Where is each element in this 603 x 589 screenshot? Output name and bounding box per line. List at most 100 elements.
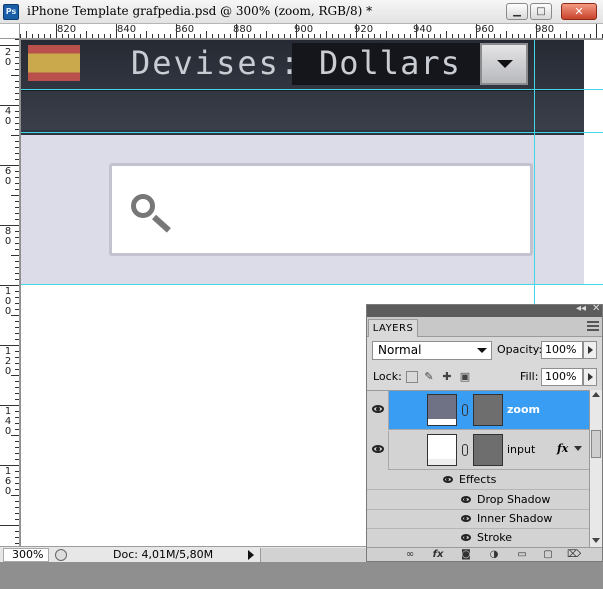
chain-link-icon[interactable] — [462, 404, 468, 416]
fill-input[interactable]: 100% — [541, 368, 583, 386]
ruler-label: 120 — [4, 346, 12, 377]
maximize-button[interactable]: □ — [530, 3, 552, 20]
guide-line-horizontal[interactable] — [21, 89, 603, 90]
adjustment-icon[interactable]: ◑ — [487, 549, 501, 561]
ruler-tick — [80, 34, 81, 38]
search-input[interactable] — [109, 163, 533, 256]
ruler-tick — [122, 34, 123, 38]
ruler-tick — [170, 34, 171, 38]
ruler-tick — [15, 129, 19, 130]
ruler-tick — [104, 34, 105, 38]
status-info-icon[interactable] — [55, 549, 67, 561]
ruler-tick — [11, 495, 19, 496]
blend-mode-select[interactable]: Normal — [372, 341, 492, 360]
chevron-down-icon — [477, 348, 487, 353]
ruler-tick — [15, 309, 19, 310]
scroll-thumb[interactable] — [591, 430, 601, 458]
effect-row-inner-shadow[interactable]: Inner Shadow — [367, 510, 589, 529]
layer-visibility-toggle[interactable] — [367, 431, 389, 470]
horizontal-ruler[interactable]: 820 840 860 880 900 920 940 960 980 — [0, 24, 603, 39]
ruler-tick — [15, 141, 19, 142]
ruler-tick — [15, 261, 19, 262]
effect-row-stroke[interactable]: Stroke — [367, 529, 589, 547]
ruler-label: 80 — [4, 226, 12, 247]
layer-mask-thumbnail[interactable] — [473, 394, 503, 426]
lock-transparency-icon[interactable] — [406, 371, 418, 383]
effects-group-row[interactable]: Effects — [367, 471, 589, 490]
ruler-tick — [368, 34, 369, 38]
lock-brush-icon[interactable]: ✎ — [423, 371, 435, 383]
ruler-tick — [422, 34, 423, 38]
expand-effects-arrow-icon[interactable] — [574, 446, 582, 451]
layer-name[interactable]: zoom — [507, 403, 540, 416]
status-menu-arrow-icon[interactable] — [248, 550, 254, 560]
fill-slider-button[interactable] — [583, 368, 597, 386]
eye-icon[interactable] — [461, 534, 471, 541]
layer-name[interactable]: input — [507, 443, 535, 456]
ruler-tick — [15, 123, 19, 124]
ruler-tick — [15, 81, 19, 82]
ruler-tick — [15, 321, 19, 322]
ruler-tick — [15, 147, 19, 148]
minimize-button[interactable]: ▁ — [506, 3, 528, 20]
ruler-tick — [15, 99, 19, 100]
ruler-tick — [15, 57, 19, 58]
eye-icon[interactable] — [461, 496, 471, 503]
layers-panel: ◂◂ ✕ LAYERS Normal Opacity: 100% Lock: ✎… — [366, 303, 603, 562]
new-layer-icon[interactable]: ▢ — [541, 549, 555, 561]
ruler-tick — [596, 24, 597, 38]
layer-effects-icon[interactable]: fx — [557, 442, 568, 455]
lock-position-icon[interactable]: ✚ — [441, 371, 453, 383]
guide-line-horizontal[interactable] — [21, 132, 603, 133]
tab-layers[interactable]: LAYERS — [368, 319, 418, 337]
mask-icon[interactable]: ◙ — [459, 549, 473, 561]
collapse-panel-icon[interactable]: ◂◂ — [576, 303, 586, 314]
ruler-tick — [380, 34, 381, 38]
currency-dropdown-button[interactable] — [480, 43, 528, 85]
lock-all-icon[interactable]: ▣ — [459, 371, 471, 383]
close-button[interactable]: ✕ — [561, 3, 597, 20]
chain-link-icon[interactable] — [462, 444, 468, 456]
ruler-tick — [92, 34, 93, 38]
scroll-up-icon[interactable] — [592, 392, 600, 397]
layer-visibility-toggle[interactable] — [367, 391, 389, 430]
currency-value: Dollars — [319, 44, 461, 82]
ruler-tick — [15, 183, 19, 184]
opacity-slider-button[interactable] — [583, 341, 597, 359]
vertical-ruler[interactable]: 20 40 60 80 100 120 140 160 — [0, 39, 20, 546]
scroll-down-icon[interactable] — [592, 538, 600, 543]
panel-title-strip[interactable]: ◂◂ ✕ — [367, 303, 602, 317]
effect-label: Inner Shadow — [477, 512, 553, 525]
link-icon[interactable]: ∞ — [403, 549, 417, 561]
layer-row-zoom[interactable]: zoom — [367, 391, 589, 430]
ruler-tick — [98, 34, 99, 38]
ruler-tick — [230, 34, 231, 38]
folder-icon[interactable]: ▭ — [515, 549, 529, 561]
ruler-origin[interactable] — [0, 24, 20, 39]
panel-menu-icon[interactable] — [587, 321, 599, 331]
fx-icon[interactable]: fx — [431, 549, 445, 561]
layer-row-input[interactable]: input fx — [367, 431, 589, 470]
layers-scrollbar[interactable] — [589, 390, 602, 547]
ruler-tick — [15, 531, 19, 532]
layers-list: zoom input fx Effects Drop Shadow Inner … — [367, 390, 589, 547]
effect-row-drop-shadow[interactable]: Drop Shadow — [367, 491, 589, 510]
guide-line-horizontal[interactable] — [21, 284, 603, 285]
ruler-tick — [86, 31, 87, 38]
opacity-input[interactable]: 100% — [541, 341, 583, 359]
eye-icon[interactable] — [443, 476, 453, 483]
ruler-tick — [15, 441, 19, 442]
ruler-tick — [374, 34, 375, 38]
layer-mask-thumbnail[interactable] — [473, 434, 503, 466]
triangle-down-icon — [497, 60, 513, 68]
ruler-tick — [15, 243, 19, 244]
ruler-tick — [470, 34, 471, 38]
devises-label: Devises: — [131, 44, 302, 82]
horizontal-scrollbar[interactable] — [260, 548, 367, 562]
close-panel-icon[interactable]: ✕ — [592, 303, 600, 314]
ruler-tick — [11, 255, 19, 256]
ruler-tick — [260, 34, 261, 38]
trash-icon[interactable]: ⌦ — [567, 549, 581, 561]
zoom-level-field[interactable]: 300% — [3, 548, 49, 562]
eye-icon[interactable] — [461, 515, 471, 522]
